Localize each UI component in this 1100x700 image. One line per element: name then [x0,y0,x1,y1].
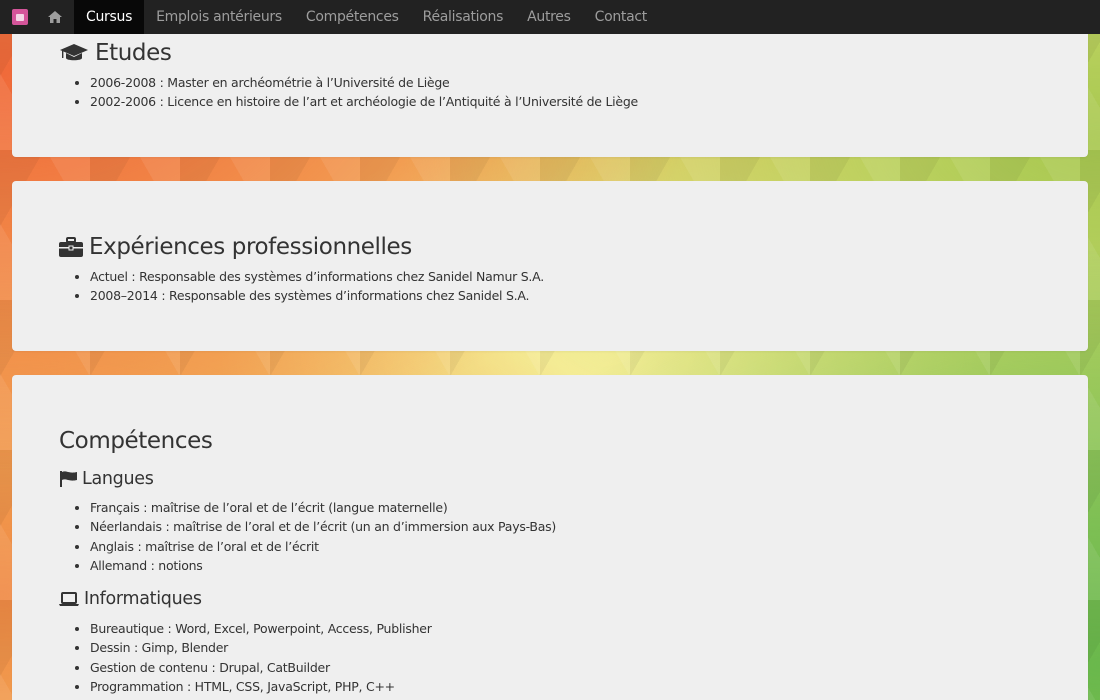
informatiques-list: Bureautique : Word, Excel, Powerpoint, A… [73,619,432,696]
flag-icon [59,470,78,488]
list-item: Anglais : maîtrise de l’oral et de l’écr… [90,537,556,556]
top-navbar: Cursus Emplois antérieurs Compétences Ré… [0,0,1100,34]
briefcase-icon [59,237,83,257]
list-item: 2002-2006 : Licence en histoire de l’art… [90,92,638,111]
langues-list: Français : maîtrise de l’oral et de l’éc… [73,498,556,575]
experiences-card: Expériences professionnelles Actuel : Re… [12,181,1088,351]
experiences-list: Actuel : Responsable des systèmes d’info… [73,267,544,306]
brand-logo-link[interactable] [0,0,40,34]
graduation-cap-icon [59,43,89,63]
etudes-heading: Etudes [59,40,172,66]
list-item: 2006-2008 : Master en archéométrie à l’U… [90,73,638,92]
etudes-title: Etudes [95,40,172,66]
list-item: Actuel : Responsable des systèmes d’info… [90,267,544,286]
home-link[interactable] [40,0,74,34]
experiences-title: Expériences professionnelles [89,234,412,260]
nav-item-competences[interactable]: Compétences [294,0,411,34]
informatiques-title: Informatiques [84,589,202,609]
langues-heading: Langues [59,469,154,489]
langues-title: Langues [82,469,154,489]
nav-item-cursus[interactable]: Cursus [74,0,145,34]
informatiques-heading: Informatiques [59,589,202,609]
list-item: Gestion de contenu : Drupal, CatBuilder [90,658,432,677]
list-item: 2008–2014 : Responsable des systèmes d’i… [90,286,544,305]
list-item: Dessin : Gimp, Blender [90,638,432,657]
competences-heading: Compétences [59,428,213,454]
list-item: Allemand : notions [90,556,556,575]
brand-logo-icon [12,9,28,25]
experiences-heading: Expériences professionnelles [59,234,412,260]
nav-item-autres[interactable]: Autres [515,0,583,34]
list-item: Français : maîtrise de l’oral et de l’éc… [90,498,556,517]
list-item: Bureautique : Word, Excel, Powerpoint, A… [90,619,432,638]
nav-item-emplois-anterieurs[interactable]: Emplois antérieurs [144,0,294,34]
competences-card: Compétences Langues Français : maîtrise … [12,375,1088,700]
etudes-list: 2006-2008 : Master en archéométrie à l’U… [73,73,638,112]
list-item: Programmation : HTML, CSS, JavaScript, P… [90,677,432,696]
competences-title: Compétences [59,428,213,454]
laptop-icon [59,591,79,607]
nav-item-realisations[interactable]: Réalisations [411,0,515,34]
list-item: Néerlandais : maîtrise de l’oral et de l… [90,517,556,536]
nav-item-contact[interactable]: Contact [583,0,659,34]
home-icon [48,11,62,23]
etudes-card: Etudes 2006-2008 : Master en archéométri… [12,20,1088,157]
